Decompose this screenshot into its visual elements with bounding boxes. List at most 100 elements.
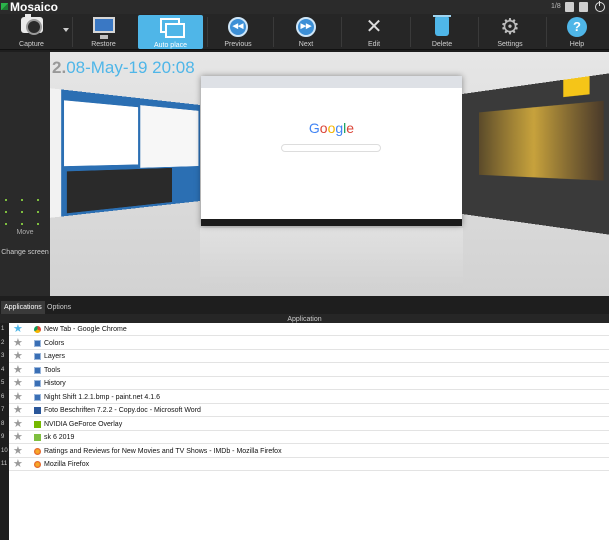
star-icon[interactable]: ★ — [13, 391, 23, 404]
list-item[interactable]: 5 ★ History — [9, 377, 609, 390]
delete-button[interactable]: Delete — [414, 14, 470, 50]
auto-place-button[interactable]: Auto place — [138, 15, 203, 49]
restore-label: Restore — [76, 41, 131, 49]
preview-index: 2. — [52, 58, 66, 77]
row-number: 6 — [0, 391, 9, 404]
app-icon — [34, 353, 41, 360]
wrench-icon: ✕ — [364, 17, 384, 37]
camera-icon — [21, 17, 43, 33]
list-item[interactable]: 3 ★ Layers — [9, 350, 609, 363]
firefox-icon — [34, 461, 41, 468]
title-bar: Mosaico 1/8 — [0, 0, 609, 14]
preview-title: 2.08-May-19 20:08 — [52, 58, 195, 78]
application-name: Mozilla Firefox — [44, 458, 89, 471]
google-logo: Google — [201, 120, 462, 136]
app-icon — [34, 394, 41, 401]
app-title: Mosaico — [10, 0, 58, 14]
star-icon[interactable]: ★ — [13, 323, 23, 336]
trash-icon — [435, 17, 449, 36]
app-icon — [34, 367, 41, 374]
nvidia-icon — [34, 421, 41, 428]
application-name: Night Shift 1.2.1.bmp - paint.net 4.1.6 — [44, 391, 160, 404]
row-number: 2 — [0, 337, 9, 350]
star-icon[interactable]: ★ — [13, 431, 23, 444]
list-item[interactable]: 4 ★ Tools — [9, 364, 609, 377]
app-window: Mosaico 1/8 Capture Restore Auto place ◀… — [0, 0, 609, 540]
row-number: 4 — [0, 364, 9, 377]
application-name: New Tab - Google Chrome — [44, 323, 127, 336]
application-name: Colors — [44, 337, 64, 350]
settings-label: Settings — [482, 41, 538, 49]
application-name: Ratings and Reviews for New Movies and T… — [44, 445, 282, 458]
list-item[interactable]: 6 ★ Night Shift 1.2.1.bmp - paint.net 4.1.… — [9, 391, 609, 404]
star-icon[interactable]: ★ — [13, 458, 23, 471]
star-icon[interactable]: ★ — [13, 337, 23, 350]
star-icon[interactable]: ★ — [13, 364, 23, 377]
move-panel: Move Change screen — [0, 52, 50, 296]
edit-label: Edit — [346, 41, 402, 49]
settings-button[interactable]: ⚙ Settings — [482, 14, 538, 50]
previous-button[interactable]: ◀◀ Previous — [210, 14, 266, 50]
application-name: Foto Beschriften 7.2.2 - Copy.doc - Micr… — [44, 404, 201, 417]
list-item[interactable]: 11 ★ Mozilla Firefox — [9, 458, 609, 471]
row-number: 3 — [0, 350, 9, 363]
sk-icon — [34, 434, 41, 441]
row-number: 1 — [0, 323, 9, 336]
delete-label: Delete — [414, 41, 470, 49]
preview-datetime: 08-May-19 20:08 — [66, 58, 195, 77]
rewind-icon: ◀◀ — [228, 17, 248, 37]
list-item[interactable]: 10 ★ Ratings and Reviews for New Movies an… — [9, 445, 609, 458]
capture-button[interactable]: Capture — [4, 14, 59, 50]
application-name: Layers — [44, 350, 65, 363]
power-icon[interactable] — [595, 2, 605, 12]
preview-thumbnail-main[interactable]: Google — [201, 76, 462, 226]
capture-dropdown-icon[interactable] — [63, 28, 69, 32]
star-icon[interactable]: ★ — [13, 350, 23, 363]
window-counter: 1/8 — [551, 1, 561, 13]
maximize-window-icon[interactable] — [579, 2, 588, 12]
windows-icon — [160, 18, 182, 35]
firefox-icon — [34, 448, 41, 455]
previous-label: Previous — [210, 41, 266, 49]
list-item[interactable]: 8 ★ NVIDIA GeForce Overlay — [9, 418, 609, 431]
toolbar: Capture Restore Auto place ◀◀ Previous ▶… — [0, 14, 609, 50]
row-number: 11 — [0, 458, 9, 471]
word-icon — [34, 407, 41, 414]
application-name: History — [44, 377, 66, 390]
list-item[interactable]: 2 ★ Colors — [9, 337, 609, 350]
row-number: 9 — [0, 431, 9, 444]
gear-icon: ⚙ — [500, 17, 520, 37]
next-button[interactable]: ▶▶ Next — [278, 14, 334, 50]
column-header-application[interactable]: Application — [0, 314, 609, 323]
star-icon[interactable]: ★ — [13, 404, 23, 417]
star-icon[interactable]: ★ — [13, 445, 23, 458]
restore-window-icon[interactable] — [565, 2, 574, 12]
application-name: sk 6 2019 — [44, 431, 74, 444]
list-item[interactable]: 9 ★ sk 6 2019 — [9, 431, 609, 444]
app-logo — [1, 3, 8, 10]
list-item[interactable]: 7 ★ Foto Beschriften 7.2.2 - Copy.doc - Mi… — [9, 404, 609, 417]
google-search-box — [281, 144, 381, 152]
edit-button[interactable]: ✕ Edit — [346, 14, 402, 50]
star-icon[interactable]: ★ — [13, 418, 23, 431]
preview-thumbnail-left[interactable] — [50, 86, 200, 221]
preview-thumbnail-right[interactable] — [462, 70, 609, 238]
move-label: Move — [0, 229, 50, 236]
tab-options[interactable]: Options — [44, 301, 74, 314]
application-list: 1 ★ New Tab - Google Chrome 2 ★ Colors 3 ★ Layer… — [0, 323, 609, 540]
app-icon — [34, 380, 41, 387]
move-grid[interactable] — [5, 199, 43, 225]
change-screen-button[interactable]: Change screen — [0, 249, 50, 256]
row-number: 10 — [0, 445, 9, 458]
auto-place-label: Auto place — [138, 42, 203, 50]
application-name: NVIDIA GeForce Overlay — [44, 418, 122, 431]
tab-applications[interactable]: Applications — [1, 301, 45, 314]
help-button[interactable]: ? Help — [549, 14, 605, 50]
application-name: Tools — [44, 364, 60, 377]
list-item[interactable]: 1 ★ New Tab - Google Chrome — [9, 323, 609, 336]
restore-button[interactable]: Restore — [76, 14, 131, 50]
tab-bar: Applications Options — [0, 297, 609, 314]
window-preview-carousel[interactable]: 2.08-May-19 20:08 Google — [50, 52, 609, 296]
star-icon[interactable]: ★ — [13, 377, 23, 390]
row-number: 5 — [0, 377, 9, 390]
